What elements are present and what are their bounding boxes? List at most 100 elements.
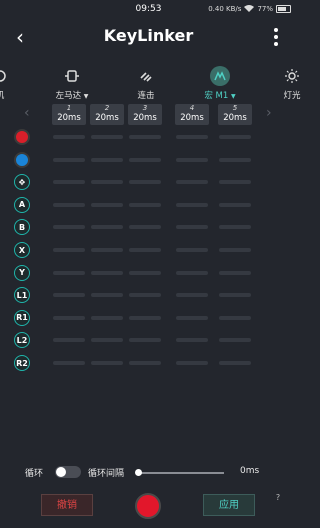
macro-cell[interactable]: [91, 157, 123, 162]
red-button-icon[interactable]: [14, 129, 30, 145]
macro-cell[interactable]: [91, 225, 123, 230]
macro-cell[interactable]: [129, 202, 161, 207]
macro-row: R1: [0, 307, 297, 329]
tool-label: 连击: [137, 91, 155, 101]
macro-cell[interactable]: [129, 225, 161, 230]
loop-interval-label: 循环间隔: [88, 469, 125, 479]
tool-turbo[interactable]: 连击: [116, 66, 176, 101]
macro-cell[interactable]: [91, 293, 123, 298]
macro-cell[interactable]: [53, 338, 85, 343]
tool-macro[interactable]: 宏 M1 ▼: [190, 66, 250, 101]
status-bar: 09:53 0.40 KB/s 77%: [0, 0, 297, 18]
macro-cell[interactable]: [219, 270, 251, 275]
macro-cell[interactable]: [129, 270, 161, 275]
light-icon: [282, 66, 302, 86]
macro-cell[interactable]: [91, 135, 123, 139]
macro-cell[interactable]: [219, 180, 251, 185]
macro-cell[interactable]: [129, 338, 161, 343]
r2-button-icon[interactable]: R2: [14, 355, 30, 371]
macro-row: A: [0, 194, 297, 216]
loop-interval-slider[interactable]: [135, 469, 224, 476]
more-menu-button[interactable]: [273, 28, 279, 48]
macro-cell[interactable]: [53, 202, 85, 207]
macro-cell[interactable]: [91, 202, 123, 207]
macro-cell[interactable]: [91, 315, 123, 320]
column-header-2[interactable]: 2 20ms: [90, 104, 124, 125]
macro-cell[interactable]: [176, 157, 208, 162]
macro-cell[interactable]: [176, 248, 208, 252]
tool-left-motor[interactable]: 左马达 ▼: [42, 66, 102, 101]
macro-cell[interactable]: [53, 135, 85, 139]
macro-cell[interactable]: [53, 225, 85, 230]
tool-partial[interactable]: 机: [0, 66, 30, 101]
a-button-icon[interactable]: A: [14, 196, 30, 213]
macro-cell[interactable]: [176, 293, 208, 298]
macro-cell[interactable]: [219, 202, 251, 207]
motor-icon: [62, 66, 82, 86]
network-speed: 0.40 KB/s: [208, 5, 242, 13]
macro-cell[interactable]: [91, 270, 123, 275]
caret-down-icon: ▼: [83, 93, 89, 100]
macro-cell[interactable]: [129, 361, 161, 365]
macro-cell[interactable]: [91, 248, 123, 252]
macro-cell[interactable]: [129, 157, 161, 162]
scroll-right-arrow-icon[interactable]: ›: [266, 105, 272, 121]
macro-cell[interactable]: [91, 180, 123, 185]
macro-cell[interactable]: [91, 361, 123, 365]
macro-cell[interactable]: [53, 315, 85, 320]
action-bar: 撤销 应用 ?: [0, 490, 297, 528]
column-header-5[interactable]: 5 20ms: [218, 104, 252, 125]
macro-cell[interactable]: [176, 135, 208, 139]
macro-cell[interactable]: [176, 338, 208, 343]
b-button-icon[interactable]: B: [14, 219, 30, 236]
status-right: 0.40 KB/s 77%: [208, 4, 291, 14]
macro-cell[interactable]: [176, 202, 208, 207]
macro-cell[interactable]: [219, 361, 251, 365]
help-icon[interactable]: ?: [273, 493, 283, 503]
l1-button-icon[interactable]: L1: [14, 287, 30, 304]
macro-cell[interactable]: [219, 293, 251, 298]
macro-row: L2: [0, 329, 297, 351]
tool-light[interactable]: 灯光: [262, 66, 320, 101]
y-button-icon[interactable]: Y: [14, 264, 30, 281]
macro-cell[interactable]: [176, 270, 208, 275]
battery-icon: [276, 5, 291, 13]
record-button[interactable]: [135, 493, 161, 519]
loop-toggle[interactable]: [55, 466, 81, 478]
macro-cell[interactable]: [219, 135, 251, 139]
macro-cell[interactable]: [176, 315, 208, 320]
macro-cell[interactable]: [53, 293, 85, 298]
macro-cell[interactable]: [176, 361, 208, 365]
macro-cell[interactable]: [129, 248, 161, 252]
macro-cell[interactable]: [219, 315, 251, 320]
macro-cell[interactable]: [53, 248, 85, 252]
macro-cell[interactable]: [53, 270, 85, 275]
macro-cell[interactable]: [176, 225, 208, 230]
macro-cell[interactable]: [129, 135, 161, 139]
macro-cell[interactable]: [91, 338, 123, 343]
slider-thumb[interactable]: [135, 469, 142, 476]
macro-cell[interactable]: [129, 315, 161, 320]
macro-cell[interactable]: [53, 361, 85, 365]
macro-cell[interactable]: [219, 248, 251, 252]
macro-row: [0, 126, 297, 148]
apply-button[interactable]: 应用: [203, 494, 255, 516]
macro-cell[interactable]: [219, 338, 251, 343]
macro-cell[interactable]: [219, 225, 251, 230]
macro-cell[interactable]: [53, 180, 85, 185]
scroll-left-arrow-icon[interactable]: ‹: [24, 105, 30, 121]
undo-button[interactable]: 撤销: [41, 494, 93, 516]
macro-cell[interactable]: [129, 293, 161, 298]
column-header-1[interactable]: 1 20ms: [52, 104, 86, 125]
macro-cell[interactable]: [176, 180, 208, 185]
macro-cell[interactable]: [219, 157, 251, 162]
column-header-3[interactable]: 3 20ms: [128, 104, 162, 125]
blue-button-icon[interactable]: [14, 151, 30, 168]
macro-cell[interactable]: [129, 180, 161, 185]
l2-button-icon[interactable]: L2: [14, 332, 30, 349]
r1-button-icon[interactable]: R1: [14, 309, 30, 326]
macro-cell[interactable]: [53, 157, 85, 162]
column-header-4[interactable]: 4 20ms: [175, 104, 209, 125]
x-button-icon[interactable]: X: [14, 242, 30, 258]
dpad-icon[interactable]: ✥: [14, 174, 30, 191]
